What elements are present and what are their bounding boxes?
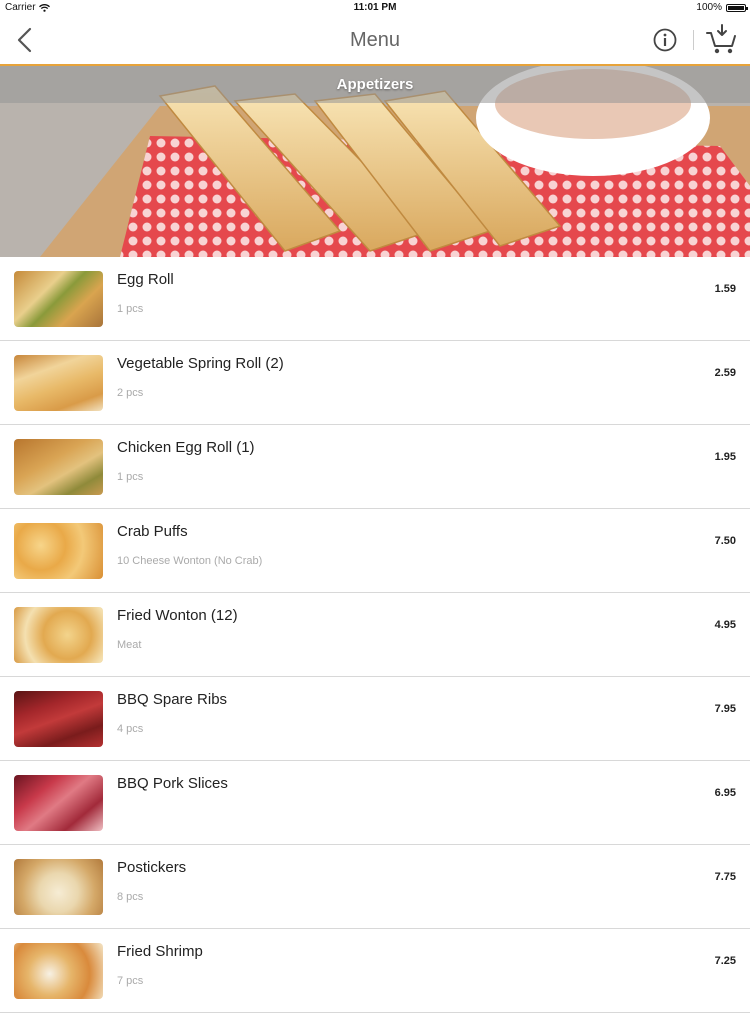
- item-price: 2.59: [714, 367, 736, 379]
- item-price: 1.59: [714, 283, 736, 295]
- item-thumbnail: [14, 271, 103, 327]
- page-title: Menu: [349, 29, 401, 51]
- item-name: BBQ Spare Ribs: [117, 691, 228, 708]
- item-price: 7.75: [714, 871, 736, 883]
- menu-list: Egg Roll 1 pcs 1.59 Vegetable Spring Rol…: [0, 257, 750, 1013]
- item-name: Postickers: [117, 859, 187, 876]
- cart-add-icon: [706, 24, 736, 54]
- item-thumbnail: [14, 439, 103, 495]
- item-description: 2 pcs: [117, 387, 144, 399]
- menu-item-vegetable-spring-roll[interactable]: Vegetable Spring Roll (2) 2 pcs 2.59: [0, 341, 750, 425]
- item-thumbnail: [14, 859, 103, 915]
- item-price: 7.95: [714, 703, 736, 715]
- menu-item-fried-shrimp[interactable]: Fried Shrimp 7 pcs 7.25: [0, 929, 750, 1013]
- item-description: 8 pcs: [117, 891, 144, 903]
- item-description: 1 pcs: [117, 471, 144, 483]
- item-price: 4.95: [714, 619, 736, 631]
- item-price: 7.50: [714, 535, 736, 547]
- item-name: Fried Wonton (12): [117, 607, 238, 624]
- item-name: Crab Puffs: [117, 523, 188, 540]
- item-thumbnail: [14, 523, 103, 579]
- menu-item-bbq-spare-ribs[interactable]: BBQ Spare Ribs 4 pcs 7.95: [0, 677, 750, 761]
- item-description: Meat: [117, 639, 142, 651]
- item-name: BBQ Pork Slices: [117, 775, 228, 792]
- category-banner: Appetizers: [0, 66, 750, 257]
- item-thumbnail: [14, 691, 103, 747]
- battery-percent: 100%: [696, 2, 722, 13]
- banner-caption: Appetizers: [0, 66, 750, 103]
- cart-button[interactable]: [705, 24, 739, 56]
- battery-icon: [726, 3, 748, 12]
- item-thumbnail: [14, 943, 103, 999]
- item-thumbnail: [14, 775, 103, 831]
- status-time: 11:01 PM: [353, 2, 397, 13]
- chevron-left-icon: [17, 27, 32, 53]
- item-name: Fried Shrimp: [117, 943, 203, 960]
- menu-item-postickers[interactable]: Postickers 8 pcs 7.75: [0, 845, 750, 929]
- nav-bar: Menu: [0, 16, 750, 66]
- menu-item-bbq-pork-slices[interactable]: BBQ Pork Slices 6.95: [0, 761, 750, 845]
- menu-item-crab-puffs[interactable]: Crab Puffs 10 Cheese Wonton (No Crab) 7.…: [0, 509, 750, 593]
- back-button[interactable]: [12, 24, 42, 56]
- item-name: Vegetable Spring Roll (2): [117, 355, 284, 372]
- item-thumbnail: [14, 355, 103, 411]
- menu-item-chicken-egg-roll[interactable]: Chicken Egg Roll (1) 1 pcs 1.95: [0, 425, 750, 509]
- status-bar: Carrier 11:01 PM 100%: [0, 0, 750, 16]
- menu-item-fried-wonton[interactable]: Fried Wonton (12) Meat 4.95: [0, 593, 750, 677]
- item-description: 7 pcs: [117, 975, 144, 987]
- item-price: 7.25: [714, 955, 736, 967]
- item-description: 4 pcs: [117, 723, 144, 735]
- item-name: Egg Roll: [117, 271, 174, 288]
- item-price: 1.95: [714, 451, 736, 463]
- info-icon: [653, 28, 677, 52]
- item-description: 10 Cheese Wonton (No Crab): [117, 555, 263, 567]
- status-right: 100%: [696, 2, 748, 13]
- item-thumbnail: [14, 607, 103, 663]
- menu-item-egg-roll[interactable]: Egg Roll 1 pcs 1.59: [0, 257, 750, 341]
- item-price: 6.95: [714, 787, 736, 799]
- item-name: Chicken Egg Roll (1): [117, 439, 255, 456]
- info-button[interactable]: [653, 28, 677, 52]
- item-description: 1 pcs: [117, 303, 144, 315]
- nav-divider: [693, 30, 694, 50]
